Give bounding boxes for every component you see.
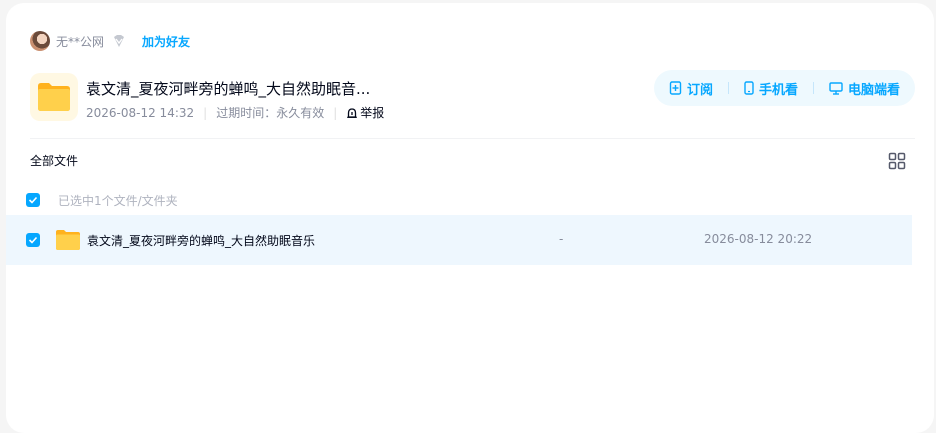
share-actions: 订阅 手机看 电脑端看: [654, 70, 915, 106]
bookmark-plus-icon: [669, 81, 682, 95]
sharer-info: 无**公网 加为好友: [30, 30, 190, 52]
action-separator: [812, 82, 814, 94]
share-title: 袁文清_夏夜河畔旁的蝉鸣_大自然助眠音...: [86, 80, 371, 98]
breadcrumb[interactable]: 全部文件: [30, 152, 78, 169]
subscribe-button[interactable]: 订阅: [669, 79, 713, 98]
phone-view-label: 手机看: [758, 82, 798, 98]
select-all-checkbox[interactable]: [26, 193, 40, 207]
file-size: -: [559, 232, 564, 246]
folder-icon: [38, 83, 70, 111]
avatar[interactable]: [30, 31, 50, 51]
sharer-name: 无**公网: [56, 34, 105, 49]
share-card: 无**公网 加为好友 袁文清_夏夜河畔旁的蝉鸣_大自然助眠音... 2026-0…: [6, 3, 934, 433]
report-button[interactable]: 举报: [346, 104, 384, 121]
file-modified-time: 2026-08-12 20:22: [704, 232, 813, 246]
expire-label: 过期时间：: [216, 106, 277, 120]
file-row-checkbox[interactable]: [26, 233, 40, 247]
share-meta: 2026-08-12 14:32 | 过期时间： 永久有效 | 举报: [86, 104, 384, 121]
grid-view-icon[interactable]: [888, 152, 906, 170]
selection-count-text: 已选中1个文件/文件夹: [58, 193, 178, 208]
select-all-row: 已选中1个文件/文件夹: [26, 191, 178, 209]
report-label: 举报: [360, 106, 385, 120]
subscribe-label: 订阅: [686, 82, 713, 98]
diamond-icon: [110, 32, 128, 50]
monitor-icon: [829, 81, 843, 95]
add-friend-link[interactable]: 加为好友: [142, 33, 190, 50]
pc-view-label: 电脑端看: [847, 82, 900, 98]
share-created-time: 2026-08-12 14:32: [86, 105, 195, 120]
meta-separator: |: [333, 105, 338, 120]
file-name[interactable]: 袁文清_夏夜河畔旁的蝉鸣_大自然助眠音乐: [87, 232, 315, 249]
checkbox-checked-icon: [28, 196, 38, 204]
phone-icon: [744, 81, 754, 95]
checkbox-checked-icon: [28, 236, 38, 244]
pc-view-button[interactable]: 电脑端看: [829, 79, 900, 98]
action-separator: [727, 82, 729, 94]
folder-icon: [55, 229, 81, 255]
phone-view-button[interactable]: 手机看: [744, 79, 798, 98]
expire-value: 永久有效: [276, 106, 325, 120]
meta-separator: |: [203, 105, 208, 120]
share-folder-thumbnail: [30, 73, 78, 121]
divider: [30, 138, 915, 139]
file-row[interactable]: 袁文清_夏夜河畔旁的蝉鸣_大自然助眠音乐 - 2026-08-12 20:22: [6, 215, 912, 265]
alarm-bell-icon: [347, 107, 358, 118]
